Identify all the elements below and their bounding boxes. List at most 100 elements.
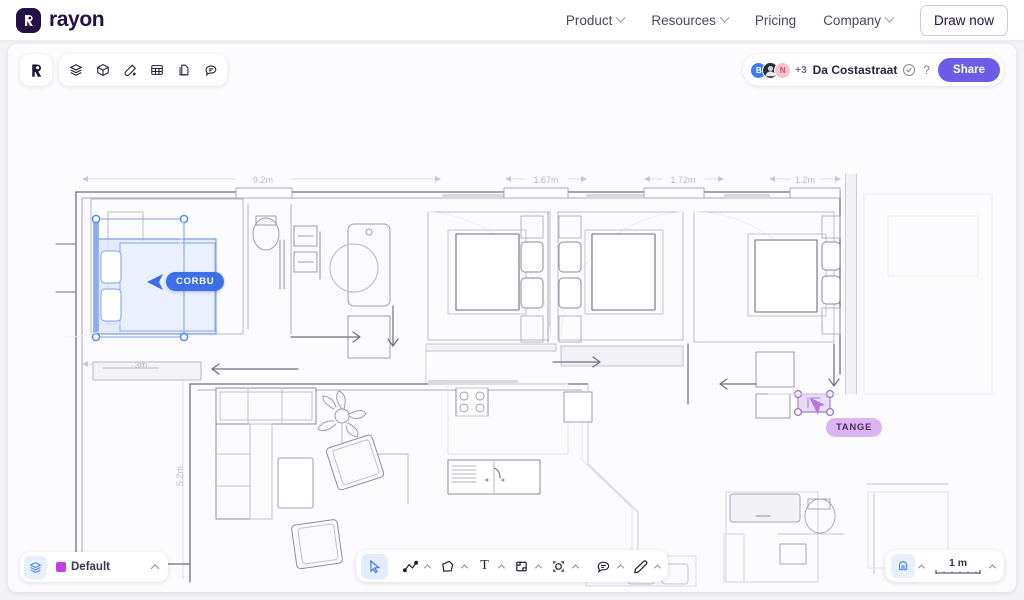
chevron-up-icon[interactable] — [424, 564, 431, 571]
materials-button[interactable] — [117, 58, 142, 83]
dim-label: 1.2m — [795, 175, 815, 185]
magnet-icon — [896, 559, 910, 573]
toolbar-item-wall — [397, 554, 433, 579]
pages-button[interactable] — [171, 58, 196, 83]
scale-indicator[interactable]: 1 m — [935, 558, 981, 575]
three-d-view-button[interactable] — [90, 58, 115, 83]
rayon-app-icon — [28, 62, 45, 79]
dim-label: 3m — [135, 360, 148, 370]
chevron-down-icon — [719, 12, 729, 22]
session-bar: B N +3 Da Costastraat ? Share — [743, 54, 1004, 86]
site-nav-links: Product Resources Pricing Company Draw n… — [566, 5, 1008, 36]
cursor-arrow-icon — [808, 396, 828, 416]
cursor-label-tange: TANGE — [808, 396, 882, 437]
chevron-up-icon[interactable] — [654, 564, 661, 571]
rayon-logo-icon — [16, 8, 41, 33]
scale-label: 1 m — [949, 558, 967, 569]
dim-label: 1.67m — [533, 175, 558, 185]
layers-icon — [29, 561, 42, 574]
layer-bar[interactable]: Default — [20, 552, 168, 582]
comment-icon — [596, 559, 611, 574]
nav-link-product[interactable]: Product — [566, 13, 625, 28]
wall-tool-button[interactable] — [397, 554, 424, 579]
chevron-up-icon[interactable] — [572, 564, 579, 571]
cursor-arrow-icon — [146, 273, 166, 291]
layers-icon-button[interactable] — [63, 58, 88, 83]
nav-link-company[interactable]: Company — [823, 13, 893, 28]
nav-label: Pricing — [755, 13, 796, 28]
polyline-icon — [403, 559, 418, 574]
help-button[interactable]: ? — [921, 63, 932, 77]
comment-icon — [204, 63, 218, 77]
floor-plan-canvas[interactable]: 9.2m 1.67m 1.72m 1.2m 3m 5.2m — [8, 44, 1016, 592]
app-page: rayon Product Resources Pricing Company … — [0, 0, 1024, 600]
scale-ruler-icon — [935, 569, 981, 575]
rayon-app-icon-button[interactable] — [20, 54, 52, 86]
shape-tool-button[interactable] — [434, 554, 461, 579]
room-bedroom-3 — [553, 212, 683, 367]
nav-label: Resources — [651, 13, 716, 28]
nav-label: Company — [823, 13, 881, 28]
room-bathroom-main — [212, 204, 398, 374]
chevron-down-icon — [616, 12, 626, 22]
pages-icon — [177, 63, 191, 77]
dim-label: 5.2m — [175, 466, 185, 486]
paint-drop-icon — [123, 63, 137, 77]
nav-link-pricing[interactable]: Pricing — [755, 13, 796, 28]
nav-link-resources[interactable]: Resources — [651, 13, 728, 28]
brand-logo[interactable]: rayon — [16, 8, 104, 33]
share-button[interactable]: Share — [938, 58, 1000, 82]
snap-toggle-button[interactable] — [891, 554, 915, 578]
editor-window: 9.2m 1.67m 1.72m 1.2m 3m 5.2m CORBU TANG… — [8, 44, 1016, 592]
brand-name: rayon — [49, 8, 104, 32]
cursor-arrow-icon — [367, 559, 382, 574]
comments-button[interactable] — [198, 58, 223, 83]
draw-now-button[interactable]: Draw now — [920, 5, 1008, 36]
object-tool-button[interactable] — [545, 554, 572, 579]
toolbar-item-comment — [590, 554, 626, 579]
chevron-up-icon[interactable] — [617, 564, 624, 571]
room-master-bedroom — [688, 174, 856, 404]
cursor-name: TANGE — [826, 418, 882, 437]
check-circle-icon — [903, 64, 915, 76]
chevron-up-icon[interactable] — [151, 564, 159, 572]
shape-icon — [440, 559, 455, 574]
layer-color-swatch[interactable] — [56, 562, 66, 572]
chevron-up-icon[interactable] — [461, 564, 468, 571]
scale-chevron-up-icon[interactable] — [989, 564, 996, 571]
cube-3d-icon — [96, 63, 110, 77]
avatar-overflow-count[interactable]: +3 — [795, 65, 806, 76]
comment-tool-button[interactable] — [590, 554, 617, 579]
text-tool-button[interactable]: T — [471, 554, 498, 579]
schedule-table-button[interactable] — [144, 58, 169, 83]
snap-chevron-up-icon[interactable] — [918, 564, 925, 571]
collaborator-avatars[interactable]: B N +3 — [750, 62, 806, 79]
dim-label: 1.72m — [670, 175, 695, 185]
frame-tool-button[interactable] — [508, 554, 535, 579]
toolbar-item-select — [361, 554, 388, 579]
avatar[interactable]: N — [774, 62, 791, 79]
draw-tool-button[interactable] — [627, 554, 654, 579]
chevron-down-icon — [885, 12, 895, 22]
layers-panel-button[interactable] — [24, 556, 47, 579]
table-icon — [150, 63, 164, 77]
room-kitchen — [448, 384, 568, 494]
frame-icon — [514, 559, 529, 574]
editor-tool-group — [59, 54, 227, 86]
editor-toolbar-top-left — [20, 54, 227, 86]
toolbar-item-object — [545, 554, 581, 579]
nav-label: Product — [566, 13, 613, 28]
toolbar-item-draw — [627, 554, 663, 579]
object-icon — [551, 559, 566, 574]
select-tool-button[interactable] — [361, 554, 388, 579]
toolbar-item-shape — [434, 554, 470, 579]
room-bedroom-2 — [426, 212, 556, 351]
cursor-label-corbu: CORBU — [146, 272, 224, 291]
toolbar-item-frame — [508, 554, 544, 579]
dim-label: 9.2m — [253, 175, 273, 185]
cursor-name: CORBU — [166, 272, 224, 291]
layer-name-label: Default — [71, 561, 110, 573]
document-title[interactable]: Da Costastraat — [813, 63, 898, 77]
chevron-up-icon[interactable] — [498, 564, 505, 571]
chevron-up-icon[interactable] — [535, 564, 542, 571]
